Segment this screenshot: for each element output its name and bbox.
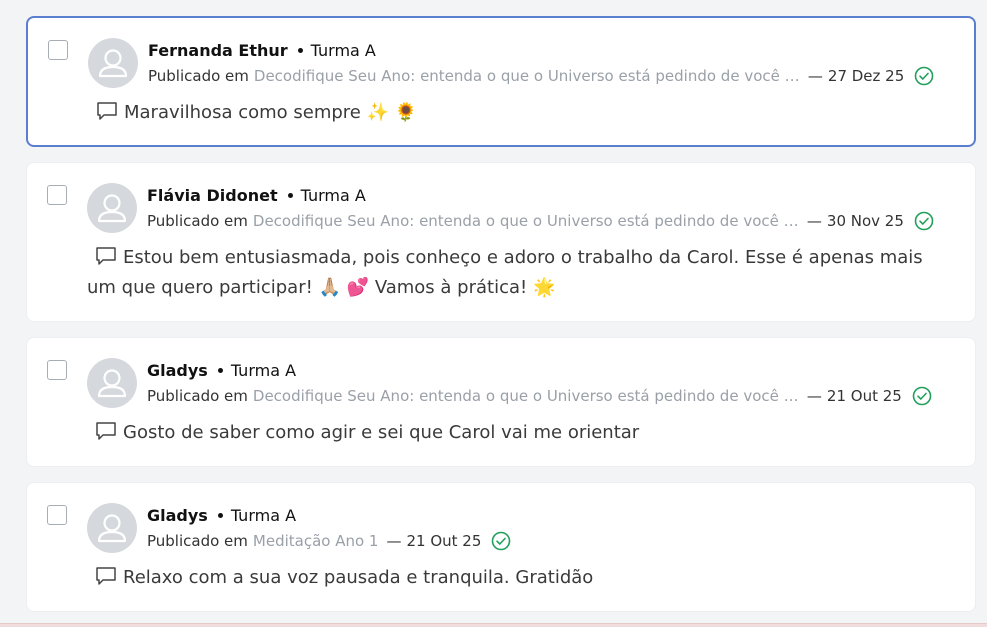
comment-list: Fernanda Ethur Turma A Publicado em Decod… <box>26 16 976 627</box>
check-circle-icon[interactable] <box>491 531 511 551</box>
published-prefix: Publicado em <box>147 212 248 230</box>
course-link[interactable]: Decodifique Seu Ano: entenda o que o Uni… <box>254 64 800 88</box>
user-avatar-icon <box>87 358 137 408</box>
user-avatar-icon <box>88 38 138 88</box>
course-link[interactable]: Decodifique Seu Ano: entenda o que o Uni… <box>253 384 799 408</box>
author-name: Gladys <box>147 506 208 525</box>
speech-bubble-icon <box>96 101 118 121</box>
speech-bubble-icon <box>95 246 117 266</box>
check-circle-icon[interactable] <box>912 386 932 406</box>
dash-separator: — <box>806 387 822 405</box>
meta-line: Publicado em Decodifique Seu Ano: entend… <box>148 64 934 88</box>
meta-line: Publicado em Decodifique Seu Ano: entend… <box>147 209 934 233</box>
check-circle-icon[interactable] <box>914 211 934 231</box>
comment-card[interactable]: Gladys Turma A Publicado em Meditação Ano… <box>26 482 976 612</box>
select-checkbox[interactable] <box>47 505 67 525</box>
published-prefix: Publicado em <box>147 387 248 405</box>
comment-text: Relaxo com a sua voz pausada e tranquila… <box>123 567 594 588</box>
author-name: Gladys <box>147 361 208 380</box>
author-name: Flávia Didonet <box>147 186 278 205</box>
separator-dot <box>297 48 303 53</box>
comment-body: Relaxo com a sua voz pausada e tranquila… <box>87 563 947 593</box>
author-line: Gladys Turma A <box>147 504 296 528</box>
meta-line: Publicado em Meditação Ano 1 — 21 Out 25 <box>147 529 511 553</box>
group-label: Turma A <box>300 186 366 205</box>
published-prefix: Publicado em <box>148 67 249 85</box>
author-line: Gladys Turma A <box>147 359 296 383</box>
speech-bubble-icon <box>95 566 117 586</box>
course-link[interactable]: Meditação Ano 1 <box>253 529 379 553</box>
page-bottom-edge <box>0 623 987 627</box>
comment-text: Gosto de saber como agir e sei que Carol… <box>123 422 640 443</box>
comment-text: Estou bem entusiasmada, pois conheço e a… <box>87 247 923 298</box>
separator-dot <box>287 193 293 198</box>
user-avatar-icon <box>87 503 137 553</box>
group-label: Turma A <box>230 506 297 525</box>
comment-date: 21 Out 25 <box>406 532 482 550</box>
speech-bubble-icon <box>95 421 117 441</box>
select-checkbox[interactable] <box>47 360 67 380</box>
comment-date: 30 Nov 25 <box>826 212 904 230</box>
dash-separator: — <box>807 67 823 85</box>
author-name: Fernanda Ethur <box>148 41 288 60</box>
meta-line: Publicado em Decodifique Seu Ano: entend… <box>147 384 932 408</box>
user-avatar-icon <box>87 183 137 233</box>
select-checkbox[interactable] <box>47 185 67 205</box>
comment-body: Maravilhosa como sempre ✨ 🌻 <box>88 98 946 128</box>
select-checkbox[interactable] <box>48 40 68 60</box>
author-line: Fernanda Ethur Turma A <box>148 39 376 63</box>
comment-date: 27 Dez 25 <box>827 67 905 85</box>
group-label: Turma A <box>310 41 376 60</box>
comment-body: Estou bem entusiasmada, pois conheço e a… <box>87 243 947 303</box>
published-prefix: Publicado em <box>147 532 248 550</box>
comment-text: Maravilhosa como sempre ✨ 🌻 <box>124 102 418 123</box>
comment-date: 21 Out 25 <box>826 387 902 405</box>
dash-separator: — <box>386 532 402 550</box>
comment-card[interactable]: Gladys Turma A Publicado em Decodifique S… <box>26 337 976 467</box>
check-circle-icon[interactable] <box>914 66 934 86</box>
group-label: Turma A <box>230 361 297 380</box>
dash-separator: — <box>806 212 822 230</box>
comment-card[interactable]: Flávia Didonet Turma A Publicado em Decod… <box>26 162 976 322</box>
comment-card[interactable]: Fernanda Ethur Turma A Publicado em Decod… <box>26 16 976 147</box>
separator-dot <box>217 368 223 373</box>
course-link[interactable]: Decodifique Seu Ano: entenda o que o Uni… <box>253 209 799 233</box>
author-line: Flávia Didonet Turma A <box>147 184 366 208</box>
comment-body: Gosto de saber como agir e sei que Carol… <box>87 418 947 448</box>
separator-dot <box>217 513 223 518</box>
